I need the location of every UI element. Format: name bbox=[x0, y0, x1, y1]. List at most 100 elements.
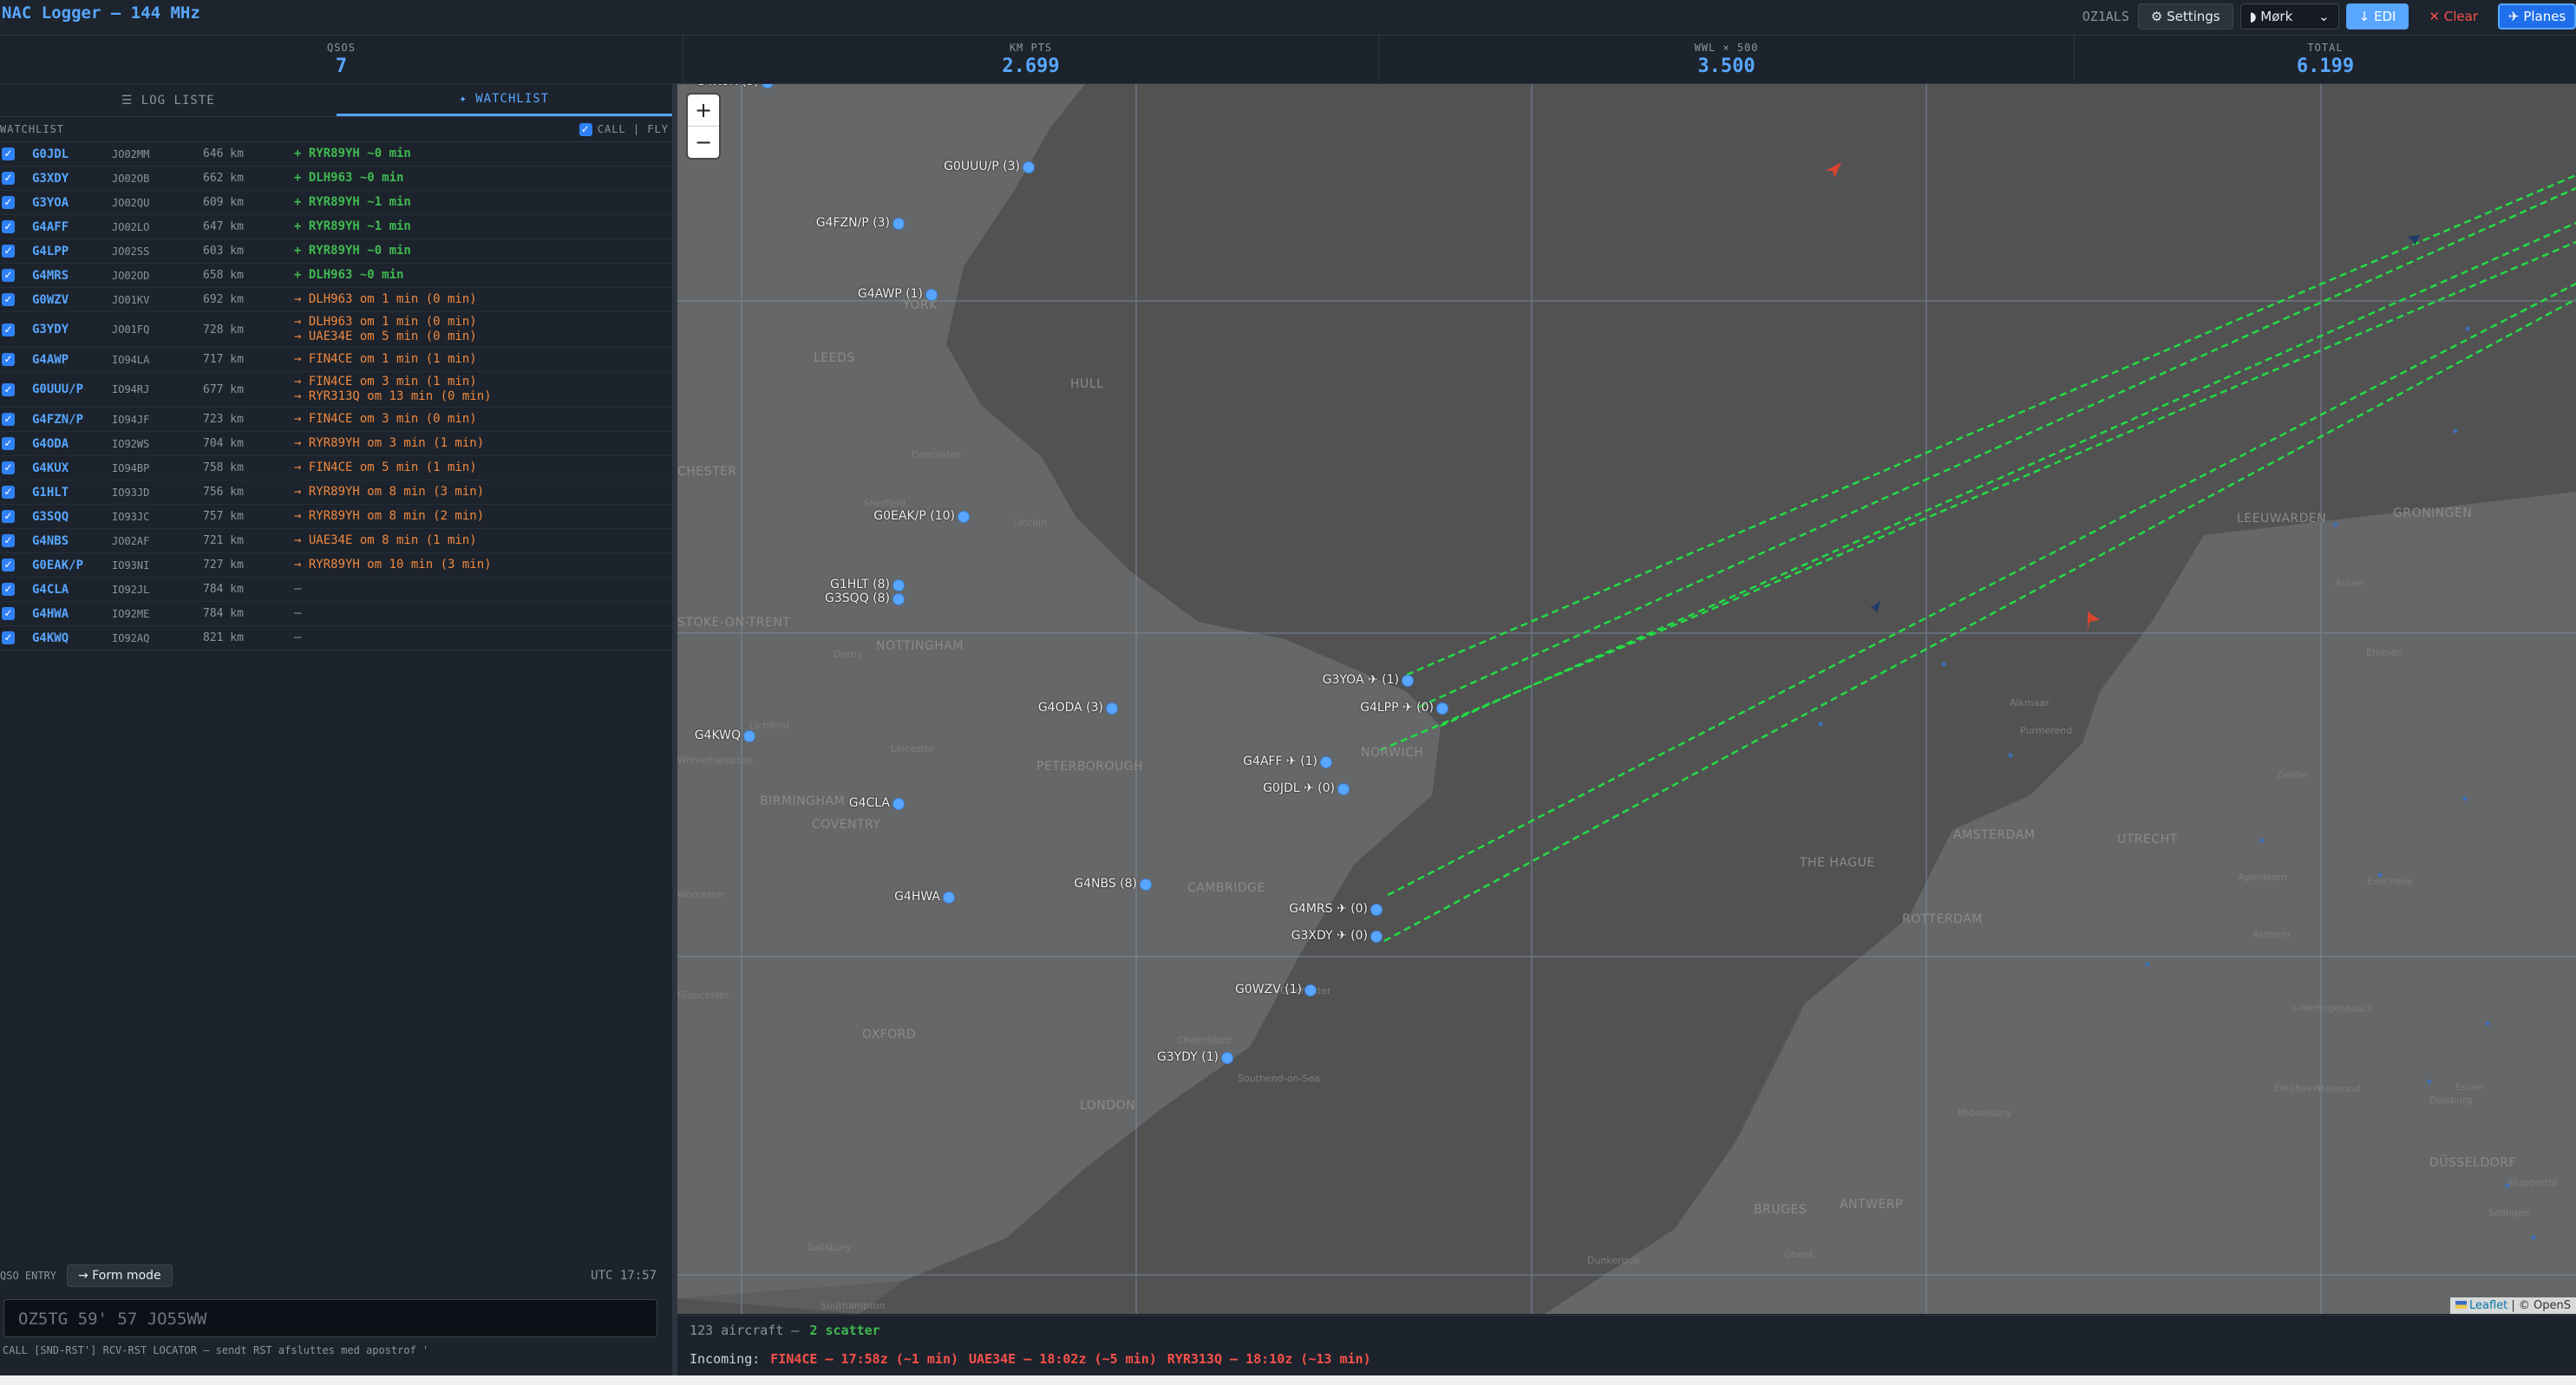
station-dot[interactable] bbox=[958, 511, 970, 523]
watchlist-call[interactable]: G3YOA bbox=[0, 196, 112, 210]
watchlist-call[interactable]: G4LPP bbox=[0, 245, 112, 258]
station-label[interactable]: G3XDY ✈ (0) bbox=[1291, 929, 1368, 943]
station-dot[interactable] bbox=[892, 218, 905, 230]
station-label[interactable]: G4AWP (1) bbox=[858, 287, 923, 301]
watchlist-row[interactable]: ✓ G4KUX IO94BP 758 km → FIN4CE om 5 min (1 m… bbox=[0, 456, 672, 480]
watchlist-call[interactable]: G3XDY bbox=[0, 172, 112, 186]
station-dot[interactable] bbox=[1370, 904, 1383, 916]
station-dot[interactable] bbox=[1106, 702, 1118, 715]
watchlist-row[interactable]: ✓ G0JDL JO02MM 646 km + RYR89YH ~0 min bbox=[0, 142, 672, 167]
watchlist-call[interactable]: G1HLT bbox=[0, 486, 112, 500]
station-label[interactable]: G4KWQ bbox=[695, 728, 741, 742]
watchlist-call[interactable]: G4MRS bbox=[0, 269, 112, 283]
checkbox-checked-icon[interactable]: ✓ bbox=[579, 122, 592, 136]
station-label[interactable]: G4CLA bbox=[849, 796, 890, 810]
station-dot[interactable] bbox=[1436, 702, 1448, 715]
station-dot[interactable] bbox=[1320, 756, 1332, 768]
watchlist-call[interactable]: G3SQQ bbox=[0, 510, 112, 524]
watchlist-row[interactable]: ✓ G3SQQ IO93JC 757 km → RYR89YH om 8 min (2 … bbox=[0, 505, 672, 529]
station-label[interactable]: G4MRS ✈ (0) bbox=[1289, 902, 1368, 916]
watchlist-row[interactable]: ✓ G3XDY JO02OB 662 km + DLH963 ~0 min bbox=[0, 167, 672, 191]
station-dot[interactable] bbox=[1221, 1052, 1233, 1064]
station-dot[interactable] bbox=[1337, 783, 1350, 795]
watchlist-call[interactable]: G4CLA bbox=[0, 583, 112, 597]
station-label[interactable]: G4KUX (5) bbox=[696, 84, 759, 88]
call-fly-toggle[interactable]: ✓ CALL | FLY bbox=[579, 122, 669, 136]
station-label[interactable]: G3YOA ✈ (1) bbox=[1323, 673, 1399, 687]
watchlist-call[interactable]: G4FZN/P bbox=[0, 413, 112, 427]
watchlist-call[interactable]: G4ODA bbox=[0, 437, 112, 451]
station-label[interactable]: G4NBS (8) bbox=[1074, 877, 1137, 891]
watchlist-call[interactable]: G0EAK/P bbox=[0, 559, 112, 572]
station-dot[interactable] bbox=[892, 593, 905, 605]
theme-select[interactable]: ◗ Mørk ⌄ bbox=[2239, 3, 2339, 29]
watchlist-call[interactable]: G3YDY bbox=[0, 323, 112, 336]
watchlist-row[interactable]: ✓ G3YDY JO01FQ 728 km → DLH963 om 1 min (0 m… bbox=[0, 312, 672, 348]
station-label[interactable]: G4HWA bbox=[894, 890, 940, 904]
station-label[interactable]: G0JDL ✈ (0) bbox=[1263, 781, 1335, 795]
watchlist-call[interactable]: G4NBS bbox=[0, 534, 112, 548]
watchlist-row[interactable]: ✓ G4NBS JO02AF 721 km → UAE34E om 8 min (1 m… bbox=[0, 529, 672, 553]
station-dot[interactable] bbox=[1370, 931, 1383, 943]
station-label[interactable]: G4FZN/P (3) bbox=[816, 216, 890, 230]
station-dot[interactable] bbox=[743, 730, 755, 742]
watchlist-row[interactable]: ✓ G0UUU/P IO94RJ 677 km → FIN4CE om 3 min (1… bbox=[0, 372, 672, 408]
station-label[interactable]: G4ODA (3) bbox=[1038, 701, 1103, 715]
watchlist-row[interactable]: ✓ G4HWA IO92ME 784 km — bbox=[0, 602, 672, 626]
flight-eta: → RYR89YH om 3 min (1 min) bbox=[294, 436, 485, 450]
station-dot[interactable] bbox=[1402, 675, 1414, 687]
watchlist-row[interactable]: ✓ G4KWQ IO92AQ 821 km — bbox=[0, 626, 672, 650]
watchlist-row[interactable]: ✓ G4CLA IO92JL 784 km — bbox=[0, 578, 672, 602]
watchlist-call[interactable]: G0WZV bbox=[0, 293, 112, 307]
clear-button[interactable]: ✕ Clear bbox=[2416, 3, 2491, 29]
station-dot[interactable] bbox=[892, 798, 905, 810]
qso-input[interactable]: OZ5TG 59' 57 JO55WW bbox=[3, 1299, 657, 1337]
city-label: Duisburg bbox=[2429, 1094, 2473, 1106]
watchlist-call[interactable]: G4KUX bbox=[0, 461, 112, 475]
watchlist-call[interactable]: G4KWQ bbox=[0, 631, 112, 645]
station-label[interactable]: G0WZV (1) bbox=[1235, 983, 1302, 996]
station-label[interactable]: G4AFF ✈ (1) bbox=[1243, 755, 1317, 768]
station-label[interactable]: G3SQQ (8) bbox=[825, 591, 890, 605]
zoom-in-button[interactable]: + bbox=[688, 95, 719, 126]
watchlist-call[interactable]: G0JDL bbox=[0, 147, 112, 161]
settings-button[interactable]: ⚙ Settings bbox=[2137, 3, 2233, 29]
planes-toggle-button[interactable]: ✈ Planes bbox=[2498, 3, 2576, 29]
watchlist-call[interactable]: G0UUU/P bbox=[0, 382, 112, 396]
station-dot[interactable] bbox=[892, 579, 905, 591]
watchlist-distance: 646 km bbox=[203, 147, 244, 160]
station-dot[interactable] bbox=[1304, 984, 1317, 996]
watchlist-call[interactable]: G4HWA bbox=[0, 607, 112, 621]
edi-export-button[interactable]: ↓ EDI bbox=[2345, 3, 2409, 29]
station-dot[interactable] bbox=[925, 289, 938, 301]
station-label[interactable]: G0EAK/P (10) bbox=[873, 509, 955, 523]
watchlist-row[interactable]: ✓ G4ODA IO92WS 704 km → RYR89YH om 3 min (1 … bbox=[0, 432, 672, 456]
station-label[interactable]: G0UUU/P (3) bbox=[944, 160, 1020, 173]
watchlist-row[interactable]: ✓ G0WZV JO01KV 692 km → DLH963 om 1 min (0 m… bbox=[0, 288, 672, 312]
watchlist-row[interactable]: ✓ G4AWP IO94LA 717 km → FIN4CE om 1 min (1 m… bbox=[0, 348, 672, 372]
tab-log-liste[interactable]: ☰ LOG LISTE bbox=[0, 84, 337, 116]
watchlist-call[interactable]: G4AWP bbox=[0, 353, 112, 367]
flight-eta: → FIN4CE om 1 min (1 min) bbox=[294, 352, 477, 366]
watchlist-call[interactable]: G4AFF bbox=[0, 220, 112, 234]
tab-watchlist[interactable]: ✦ WATCHLIST bbox=[336, 84, 672, 116]
watchlist-row[interactable]: ✓ G4LPP JO02SS 603 km + RYR89YH ~0 min bbox=[0, 239, 672, 264]
call-fly-label: CALL | FLY bbox=[597, 123, 669, 135]
watchlist-row[interactable]: ✓ G1HLT IO93JD 756 km → RYR89YH om 8 min (3 … bbox=[0, 480, 672, 505]
zoom-out-button[interactable]: − bbox=[688, 126, 719, 158]
station-dot[interactable] bbox=[1023, 161, 1035, 173]
station-dot[interactable] bbox=[1140, 879, 1152, 891]
station-label[interactable]: G3YDY (1) bbox=[1157, 1050, 1219, 1064]
station-label[interactable]: G1HLT (8) bbox=[830, 578, 890, 591]
watchlist-row[interactable]: ✓ G3YOA JO02QU 609 km + RYR89YH ~1 min bbox=[0, 191, 672, 215]
watchlist-row[interactable]: ✓ G4AFF JO02LO 647 km + RYR89YH ~1 min bbox=[0, 215, 672, 239]
leaflet-link[interactable]: Leaflet bbox=[2469, 1299, 2507, 1312]
station-label[interactable]: G4LPP ✈ (0) bbox=[1360, 701, 1434, 715]
watchlist-row[interactable]: ✓ G0EAK/P IO93NI 727 km → RYR89YH om 10 min … bbox=[0, 553, 672, 578]
form-mode-button[interactable]: → Form mode bbox=[67, 1264, 173, 1287]
city-label: Dunkerque bbox=[1587, 1255, 1640, 1266]
watchlist-row[interactable]: ✓ G4MRS JO02OD 658 km + DLH963 ~0 min bbox=[0, 264, 672, 288]
station-dot[interactable] bbox=[943, 892, 955, 904]
map[interactable]: YORK LEEDS HULL Doncaster CHESTER Sheffield Li… bbox=[677, 84, 2576, 1314]
watchlist-row[interactable]: ✓ G4FZN/P IO94JF 723 km → FIN4CE om 3 min (0… bbox=[0, 408, 672, 432]
